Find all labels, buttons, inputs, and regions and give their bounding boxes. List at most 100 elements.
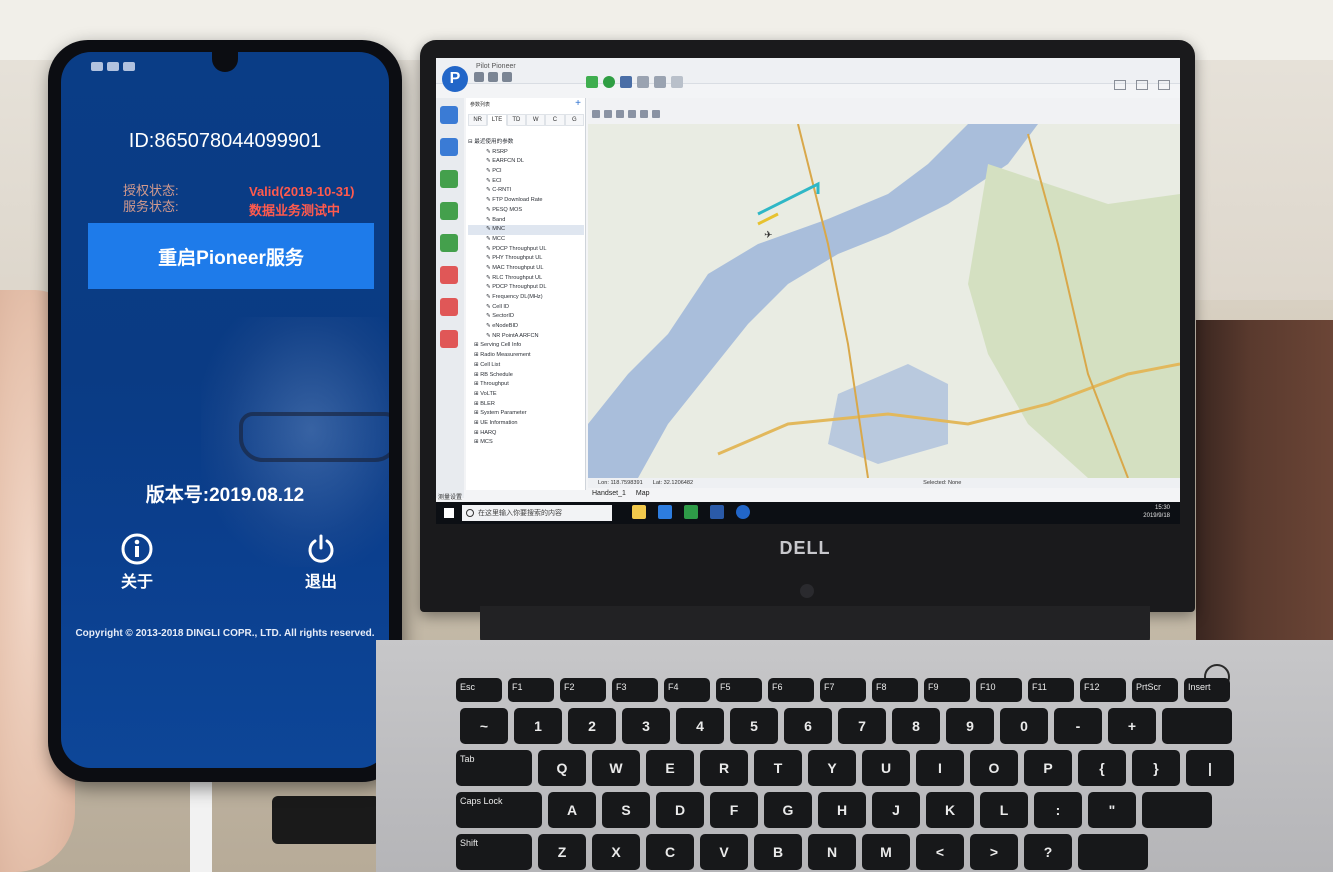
- tree-param[interactable]: ✎ PDCP Throughput UL: [468, 245, 584, 255]
- key[interactable]: +: [1108, 708, 1156, 744]
- windows-start-icon[interactable]: [444, 508, 454, 518]
- key[interactable]: F11: [1028, 678, 1074, 702]
- key[interactable]: F10: [976, 678, 1022, 702]
- key[interactable]: T: [754, 750, 802, 786]
- tree-group[interactable]: ⊞ MCS: [468, 438, 584, 448]
- tree-group[interactable]: ⊞ Throughput: [468, 380, 584, 390]
- tree-param[interactable]: ✎ MNC: [468, 225, 584, 235]
- tree-group[interactable]: ⊞ VoLTE: [468, 390, 584, 400]
- key[interactable]: C: [646, 834, 694, 870]
- report-icon[interactable]: [671, 76, 683, 88]
- key[interactable]: N: [808, 834, 856, 870]
- restart-pioneer-button[interactable]: 重启Pioneer服务: [88, 223, 374, 289]
- key[interactable]: Insert: [1184, 678, 1230, 702]
- tab-c[interactable]: C: [545, 114, 565, 126]
- key[interactable]: 6: [784, 708, 832, 744]
- rail-event-icon[interactable]: [440, 202, 458, 220]
- tree-param[interactable]: ✎ SectorID: [468, 312, 584, 322]
- tree-param[interactable]: ✎ RLC Throughput UL: [468, 274, 584, 284]
- key[interactable]: A: [548, 792, 596, 828]
- key[interactable]: R: [700, 750, 748, 786]
- tree-group[interactable]: ⊞ Radio Measurement: [468, 351, 584, 361]
- key[interactable]: F12: [1080, 678, 1126, 702]
- tree-root-recent[interactable]: ⊟ 最近使用的参数: [468, 138, 584, 148]
- tree-param[interactable]: ✎ C-RNTI: [468, 186, 584, 196]
- key[interactable]: PrtScr: [1132, 678, 1178, 702]
- key[interactable]: L: [980, 792, 1028, 828]
- tree-group[interactable]: ⊞ RB Schedule: [468, 371, 584, 381]
- tab-lte[interactable]: LTE: [487, 114, 507, 126]
- key[interactable]: |: [1186, 750, 1234, 786]
- tree-param[interactable]: ✎ PHY Throughput UL: [468, 254, 584, 264]
- key[interactable]: Z: [538, 834, 586, 870]
- key[interactable]: Tab: [456, 750, 532, 786]
- key[interactable]: [1162, 708, 1232, 744]
- rail-chart-icon[interactable]: [440, 266, 458, 284]
- tree-param[interactable]: ✎ PDCP Throughput DL: [468, 283, 584, 293]
- record-icon[interactable]: [603, 76, 615, 88]
- tab-map[interactable]: Map: [636, 490, 650, 502]
- tree-param[interactable]: ✎ Band: [468, 216, 584, 226]
- minimize-icon[interactable]: [1136, 80, 1148, 90]
- open-icon[interactable]: [502, 72, 512, 82]
- key[interactable]: B: [754, 834, 802, 870]
- map-canvas[interactable]: ✈: [588, 124, 1180, 478]
- key[interactable]: Shift: [456, 834, 532, 870]
- map-zoom-out-icon[interactable]: [628, 110, 636, 118]
- edge-icon[interactable]: [658, 505, 672, 519]
- key[interactable]: F7: [820, 678, 866, 702]
- key[interactable]: 5: [730, 708, 778, 744]
- key[interactable]: F: [710, 792, 758, 828]
- key[interactable]: 3: [622, 708, 670, 744]
- key[interactable]: F8: [872, 678, 918, 702]
- tree-param[interactable]: ✎ FTP Download Rate: [468, 196, 584, 206]
- key[interactable]: 7: [838, 708, 886, 744]
- measure-settings-tab[interactable]: 测量设置: [438, 492, 462, 501]
- key[interactable]: 0: [1000, 708, 1048, 744]
- tree-param[interactable]: ✎ PESQ MOS: [468, 206, 584, 216]
- taskbar-search[interactable]: 在这里输入你要搜索的内容: [462, 505, 612, 521]
- key[interactable]: D: [656, 792, 704, 828]
- key[interactable]: Y: [808, 750, 856, 786]
- save-icon[interactable]: [488, 72, 498, 82]
- key[interactable]: ~: [460, 708, 508, 744]
- new-icon[interactable]: [474, 72, 484, 82]
- key[interactable]: 8: [892, 708, 940, 744]
- key[interactable]: >: [970, 834, 1018, 870]
- layout-icon[interactable]: [1114, 80, 1126, 90]
- tree-param[interactable]: ✎ EARFCN DL: [468, 157, 584, 167]
- rail-analysis-icon[interactable]: [440, 298, 458, 316]
- rail-filter-icon[interactable]: [440, 330, 458, 348]
- stop-icon[interactable]: [637, 76, 649, 88]
- key[interactable]: [1078, 834, 1148, 870]
- tree-group[interactable]: ⊞ BLER: [468, 400, 584, 410]
- map-measure-icon[interactable]: [652, 110, 660, 118]
- maximize-icon[interactable]: [1158, 80, 1170, 90]
- key[interactable]: F3: [612, 678, 658, 702]
- key[interactable]: ?: [1024, 834, 1072, 870]
- key[interactable]: I: [916, 750, 964, 786]
- tree-param[interactable]: ✎ MAC Throughput UL: [468, 264, 584, 274]
- key[interactable]: 2: [568, 708, 616, 744]
- key[interactable]: <: [916, 834, 964, 870]
- key[interactable]: W: [592, 750, 640, 786]
- rail-param-icon[interactable]: [440, 170, 458, 188]
- key[interactable]: U: [862, 750, 910, 786]
- app-icon[interactable]: [710, 505, 724, 519]
- key[interactable]: F6: [768, 678, 814, 702]
- key[interactable]: F9: [924, 678, 970, 702]
- tree-param[interactable]: ✎ PCI: [468, 167, 584, 177]
- key[interactable]: K: [926, 792, 974, 828]
- rail-map-icon[interactable]: [440, 234, 458, 252]
- tab-w[interactable]: W: [525, 114, 546, 126]
- key[interactable]: 1: [514, 708, 562, 744]
- key[interactable]: S: [602, 792, 650, 828]
- exit-button[interactable]: 退出: [286, 532, 356, 592]
- key[interactable]: Caps Lock: [456, 792, 542, 828]
- key[interactable]: V: [700, 834, 748, 870]
- key[interactable]: ": [1088, 792, 1136, 828]
- tree-param[interactable]: ✎ NR PointA ARFCN: [468, 332, 584, 342]
- excel-icon[interactable]: [684, 505, 698, 519]
- key[interactable]: M: [862, 834, 910, 870]
- map-layer-icon[interactable]: [640, 110, 648, 118]
